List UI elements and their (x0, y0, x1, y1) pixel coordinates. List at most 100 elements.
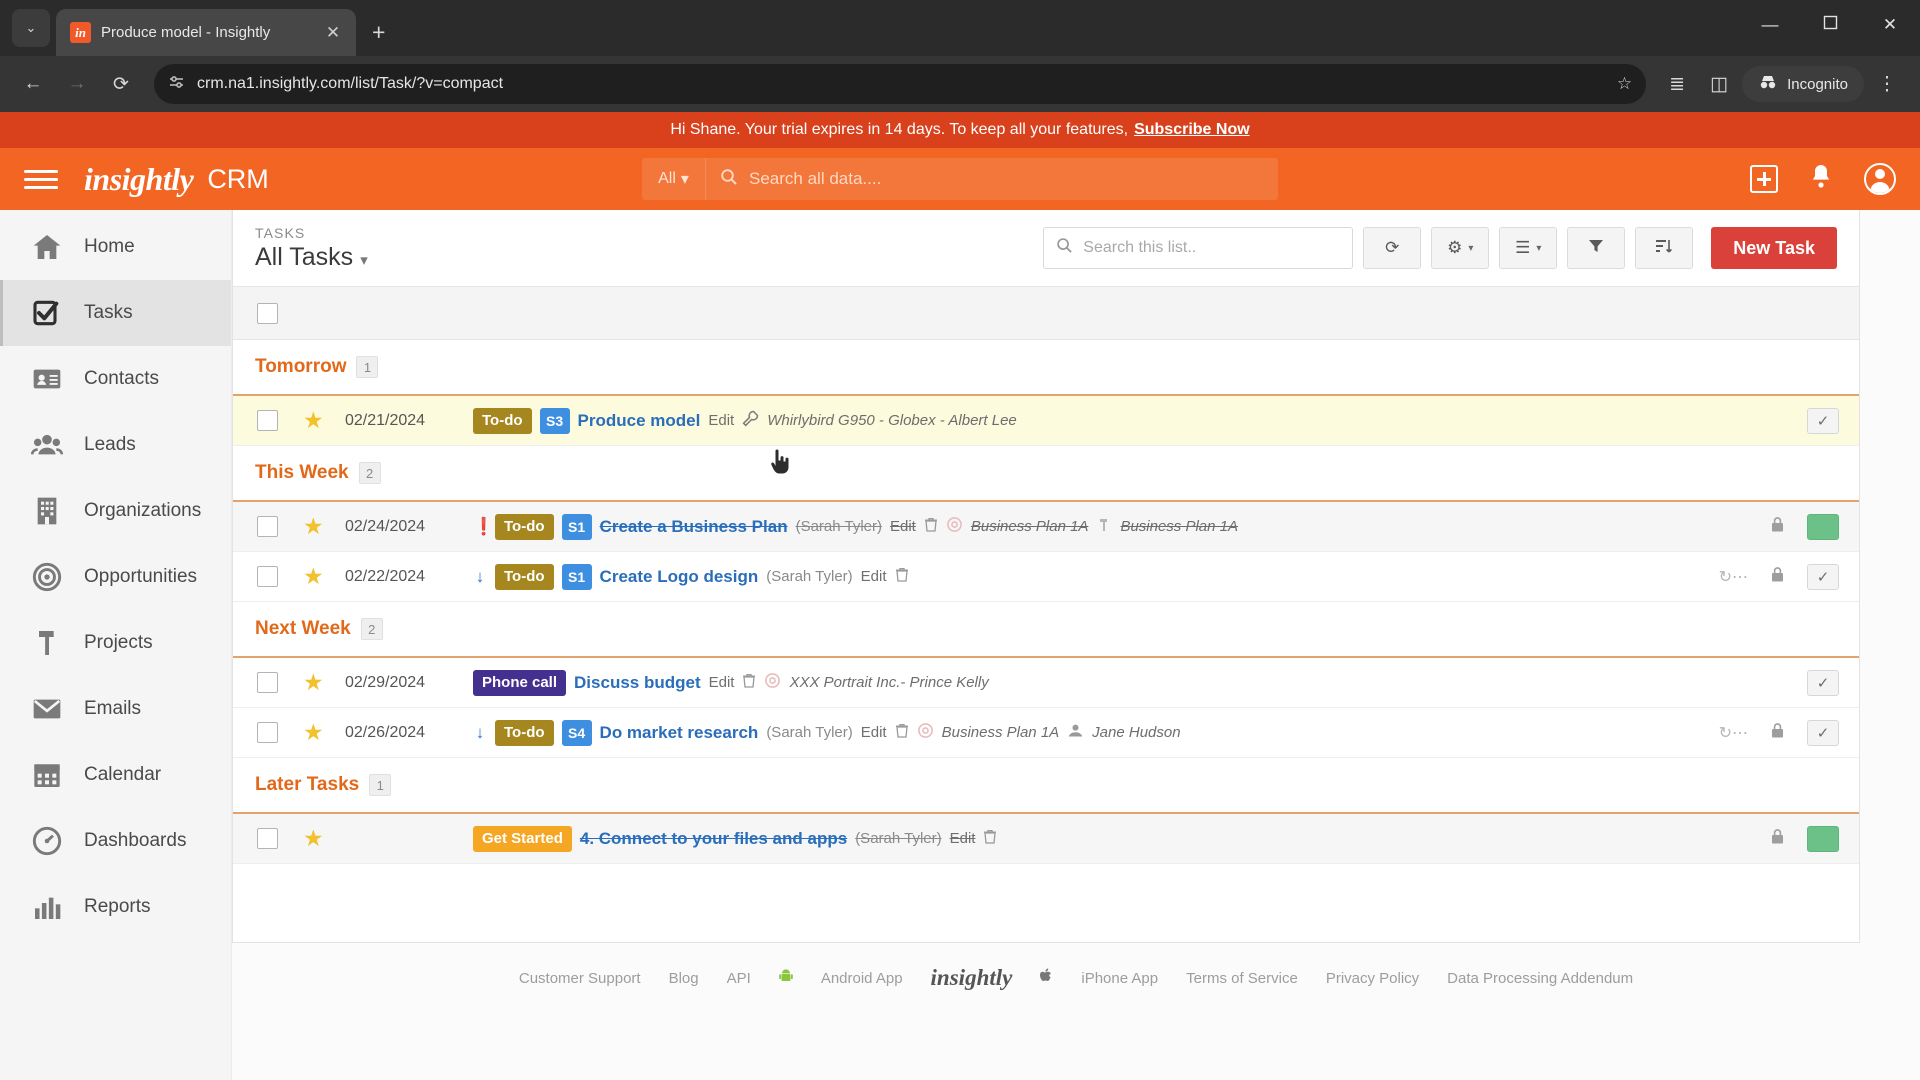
task-name-link[interactable]: Create a Business Plan (600, 517, 788, 537)
new-tab-button[interactable]: + (372, 19, 385, 46)
sidebar-item-tasks[interactable]: Tasks (0, 280, 231, 346)
sidebar-item-contacts[interactable]: Contacts (0, 346, 231, 412)
related-record-link[interactable]: Whirlybird G950 - Globex - Albert Lee (767, 412, 1017, 429)
footer-link-privacy[interactable]: Privacy Policy (1326, 970, 1419, 987)
row-checkbox[interactable] (257, 516, 278, 537)
delete-icon[interactable] (983, 829, 997, 849)
new-task-button[interactable]: New Task (1711, 227, 1837, 269)
incognito-indicator[interactable]: Incognito (1742, 66, 1864, 102)
related-record-link[interactable]: XXX Portrait Inc.- Prince Kelly (789, 674, 988, 691)
maximize-icon[interactable] (1800, 15, 1860, 35)
filter-button[interactable] (1567, 227, 1626, 269)
table-row[interactable]: ★ 02/24/2024 ❗ To-do S1 Create a Busines… (233, 502, 1859, 552)
delete-icon[interactable] (924, 517, 938, 537)
sidebar-item-calendar[interactable]: Calendar (0, 742, 231, 808)
delete-icon[interactable] (895, 723, 909, 743)
complete-task-button[interactable] (1807, 513, 1839, 540)
sidebar-item-organizations[interactable]: Organizations (0, 478, 231, 544)
close-tab-icon[interactable]: ✕ (320, 23, 346, 43)
bookmark-icon[interactable]: ☆ (1617, 74, 1632, 94)
related-record-link[interactable]: Business Plan 1A (971, 518, 1089, 535)
split-view-icon[interactable]: ◫ (1700, 65, 1738, 103)
columns-button[interactable]: ☰ ▾ (1499, 227, 1558, 269)
table-row[interactable]: ★ 02/26/2024 ↓ To-do S4 Do market resear… (233, 708, 1859, 758)
favorite-star-icon[interactable]: ★ (303, 563, 345, 590)
footer-link-customer-support[interactable]: Customer Support (519, 970, 641, 987)
tab-search-button[interactable]: ⌄ (12, 9, 50, 47)
sidebar-item-opportunities[interactable]: Opportunities (0, 544, 231, 610)
edit-link[interactable]: Edit (950, 830, 976, 847)
footer-link-api[interactable]: API (727, 970, 751, 987)
site-settings-icon[interactable] (168, 74, 185, 94)
close-window-icon[interactable]: ✕ (1860, 15, 1920, 35)
favorite-star-icon[interactable]: ★ (303, 513, 345, 540)
related-record-link[interactable]: Business Plan 1A (942, 724, 1060, 741)
footer-link-dpa[interactable]: Data Processing Addendum (1447, 970, 1633, 987)
delete-icon[interactable] (742, 673, 756, 693)
task-name-link[interactable]: 4. Connect to your files and apps (580, 829, 847, 849)
page-title[interactable]: All Tasks ▾ (255, 243, 368, 272)
back-icon[interactable]: ← (14, 65, 52, 103)
row-checkbox[interactable] (257, 672, 278, 693)
footer-link-iphone-app[interactable]: iPhone App (1081, 970, 1158, 987)
settings-button[interactable]: ⚙ ▾ (1431, 227, 1490, 269)
reload-icon[interactable]: ⟳ (102, 65, 140, 103)
browser-menu-icon[interactable]: ⋮ (1868, 65, 1906, 103)
complete-task-button[interactable]: ✓ (1807, 563, 1839, 590)
refresh-button[interactable]: ⟳ (1363, 227, 1422, 269)
list-search-input[interactable]: Search this list.. (1043, 227, 1354, 269)
edit-link[interactable]: Edit (861, 568, 887, 585)
table-row[interactable]: ★ 02/29/2024 Phone call Discuss budget E… (233, 658, 1859, 708)
sidebar-item-projects[interactable]: Projects (0, 610, 231, 676)
sidebar-item-emails[interactable]: Emails (0, 676, 231, 742)
footer-link-android-app[interactable]: Android App (821, 970, 903, 987)
edit-link[interactable]: Edit (890, 518, 916, 535)
favorite-star-icon[interactable]: ★ (303, 719, 345, 746)
account-icon[interactable] (1864, 163, 1896, 195)
favorite-star-icon[interactable]: ★ (303, 825, 345, 852)
notifications-icon[interactable] (1808, 163, 1834, 195)
delete-icon[interactable] (895, 567, 909, 587)
complete-task-button[interactable] (1807, 825, 1839, 852)
sidebar-item-home[interactable]: Home (0, 214, 231, 280)
table-row[interactable]: ★ Get Started 4. Connect to your files a… (233, 814, 1859, 864)
edit-link[interactable]: Edit (709, 674, 735, 691)
favorite-star-icon[interactable]: ★ (303, 669, 345, 696)
reading-list-icon[interactable]: ≣ (1658, 65, 1696, 103)
table-row[interactable]: ★ 02/21/2024 To-do S3 Produce model Edit (233, 396, 1859, 475)
table-row[interactable]: ★ 02/22/2024 ↓ To-do S1 Create Logo desi… (233, 552, 1859, 602)
row-checkbox[interactable] (257, 828, 278, 849)
minimize-icon[interactable]: — (1740, 15, 1800, 35)
complete-task-button[interactable]: ✓ (1807, 669, 1839, 696)
edit-link[interactable]: Edit (861, 724, 887, 741)
edit-link[interactable]: Edit (708, 412, 734, 429)
search-scope-selector[interactable]: All ▾ (642, 158, 706, 200)
select-all-checkbox[interactable] (257, 302, 278, 324)
sidebar-item-reports[interactable]: Reports (0, 874, 231, 940)
address-bar[interactable]: crm.na1.insightly.com/list/Task/?v=compa… (154, 64, 1647, 104)
menu-toggle-icon[interactable] (24, 169, 58, 189)
row-checkbox[interactable] (257, 722, 278, 743)
complete-task-button[interactable]: ✓ (1807, 407, 1839, 434)
favorite-star-icon[interactable]: ★ (303, 407, 345, 434)
related-record-link-secondary[interactable]: Jane Hudson (1092, 724, 1180, 741)
sidebar-item-leads[interactable]: Leads (0, 412, 231, 478)
sidebar-item-dashboards[interactable]: Dashboards (0, 808, 231, 874)
row-checkbox[interactable] (257, 410, 278, 431)
forward-icon[interactable]: → (58, 65, 96, 103)
task-name-link[interactable]: Produce model (578, 411, 701, 431)
sort-button[interactable] (1635, 227, 1694, 269)
task-name-link[interactable]: Do market research (600, 723, 759, 743)
task-name-link[interactable]: Discuss budget (574, 673, 701, 693)
task-name-link[interactable]: Create Logo design (600, 567, 759, 587)
related-record-link-secondary[interactable]: Business Plan 1A (1120, 518, 1238, 535)
footer-link-terms[interactable]: Terms of Service (1186, 970, 1298, 987)
browser-tab[interactable]: in Produce model - Insightly ✕ (56, 9, 356, 56)
complete-task-button[interactable]: ✓ (1807, 719, 1839, 746)
footer-link-blog[interactable]: Blog (669, 970, 699, 987)
global-search-input[interactable]: Search all data.... (706, 168, 1278, 191)
row-checkbox[interactable] (257, 566, 278, 587)
subscribe-now-link[interactable]: Subscribe Now (1134, 121, 1250, 139)
global-search[interactable]: All ▾ Search all data.... (642, 158, 1278, 200)
add-icon[interactable] (1750, 165, 1778, 193)
